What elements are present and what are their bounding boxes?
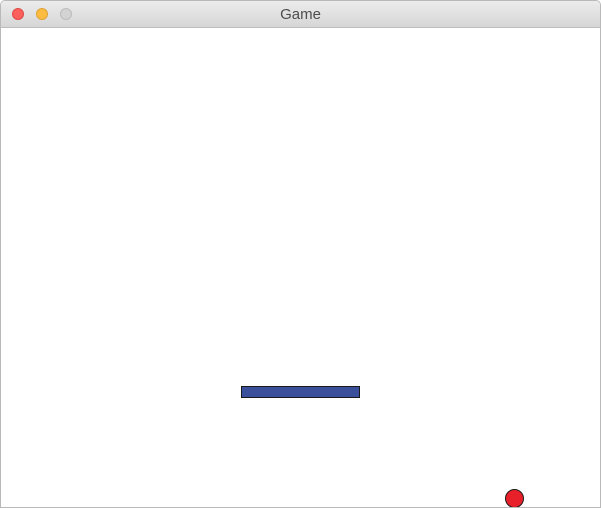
- ball: [505, 489, 524, 507]
- game-canvas[interactable]: [1, 28, 600, 507]
- game-window: Game: [0, 0, 601, 508]
- window-title: Game: [280, 6, 321, 23]
- title-bar[interactable]: Game: [1, 1, 600, 28]
- paddle: [241, 386, 360, 398]
